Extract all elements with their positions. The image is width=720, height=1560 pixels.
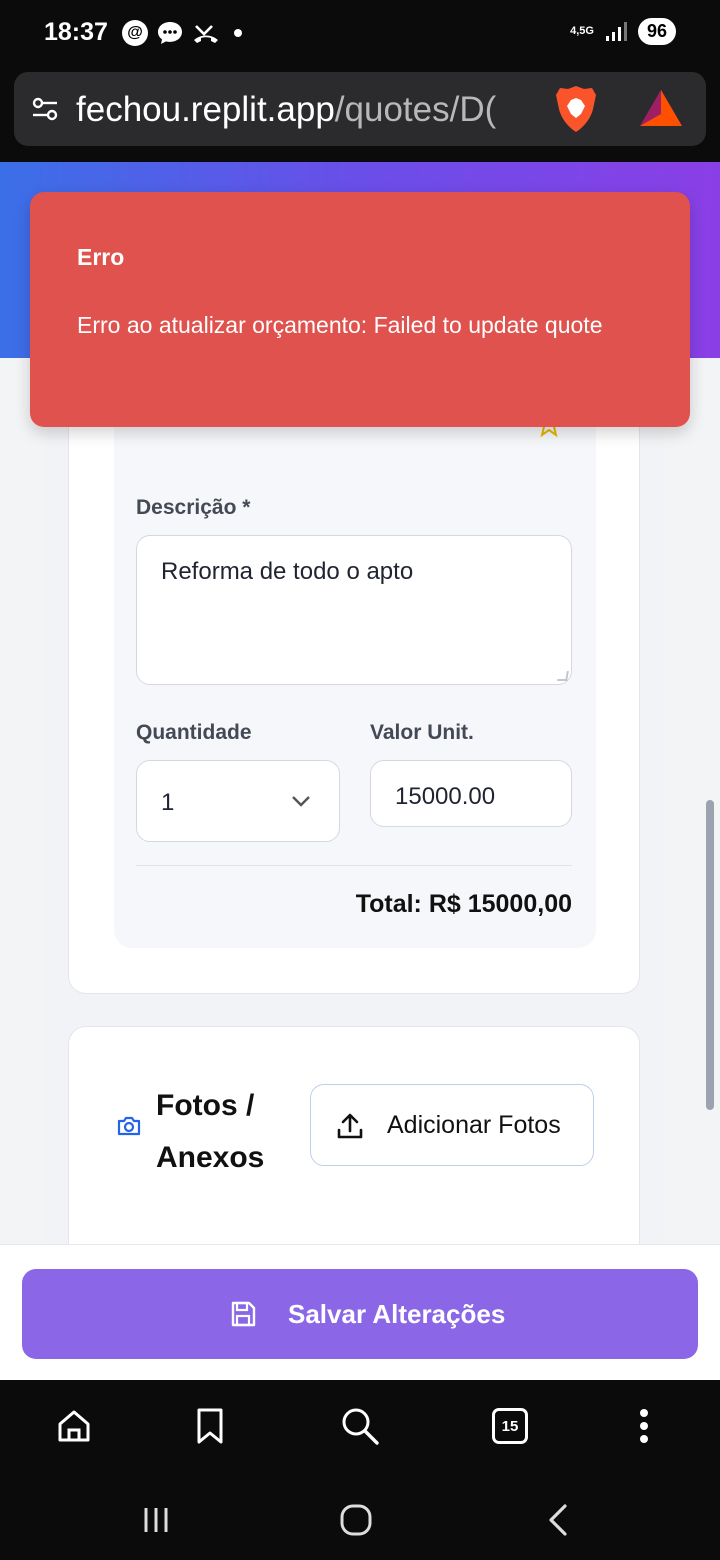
photos-title: Fotos / Anexos	[156, 1089, 265, 1174]
search-button[interactable]	[338, 1404, 382, 1448]
address-bar[interactable]: fechou.replit.app/quotes/D(	[14, 72, 706, 146]
bookmark-icon	[197, 1408, 223, 1444]
back-button[interactable]	[536, 1498, 580, 1542]
description-textarea[interactable]: Reforma de todo o apto	[136, 535, 572, 685]
system-nav-bar	[0, 1472, 720, 1560]
home-nav-button[interactable]	[334, 1498, 378, 1542]
save-button[interactable]: Salvar Alterações	[22, 1269, 698, 1359]
dot-icon	[234, 29, 242, 37]
url-host: fechou.replit.app	[76, 90, 335, 129]
quantity-label: Quantidade	[136, 721, 252, 744]
add-photos-label: Adicionar Fotos	[387, 1111, 561, 1139]
status-bar: 18:37 @ 4,5G 96	[0, 0, 720, 70]
brave-rewards-icon[interactable]	[638, 88, 684, 128]
url-path: /quotes/D(	[334, 90, 497, 129]
resize-handle[interactable]	[557, 671, 569, 681]
missed-call-icon	[194, 25, 218, 43]
home-button[interactable]	[52, 1404, 96, 1448]
battery-indicator: 96	[637, 18, 676, 45]
threads-icon: @	[122, 20, 148, 46]
home-circle-icon	[340, 1504, 372, 1536]
quantity-value: 1	[161, 789, 175, 816]
unit-price-value: 15000.00	[395, 783, 496, 810]
item-total: Total: R$ 15000,00	[355, 890, 572, 918]
recents-icon	[144, 1508, 168, 1532]
search-icon	[342, 1408, 379, 1445]
browser-toolbar: fechou.replit.app/quotes/D(	[0, 70, 720, 162]
upload-icon	[337, 1113, 363, 1139]
tabs-button[interactable]: 15	[488, 1404, 532, 1448]
chat-bubble-icon	[158, 22, 182, 44]
brave-shields-icon[interactable]	[554, 84, 598, 134]
quantity-select[interactable]: 1	[136, 760, 340, 842]
network-type: 4,5G	[570, 25, 594, 37]
divider	[136, 865, 572, 866]
description-label: Descrição *	[136, 496, 251, 519]
signal-icon	[605, 21, 627, 41]
bookmarks-button[interactable]	[188, 1404, 232, 1448]
unit-price-input[interactable]: 15000.00	[370, 760, 572, 827]
chevron-down-icon	[292, 796, 310, 807]
home-icon	[58, 1410, 90, 1442]
toast-message: Erro ao atualizar orçamento: Failed to u…	[77, 312, 603, 338]
status-time: 18:37	[44, 18, 108, 46]
unit-price-label: Valor Unit.	[370, 721, 474, 744]
camera-icon	[117, 1116, 141, 1136]
add-photos-button[interactable]: Adicionar Fotos	[310, 1084, 594, 1166]
description-value: Reforma de todo o apto	[161, 558, 414, 585]
save-label: Salvar Alterações	[288, 1299, 506, 1329]
tabs-count: 15	[492, 1408, 528, 1444]
url-text[interactable]: fechou.replit.app/quotes/D(	[76, 90, 548, 130]
more-vertical-icon	[640, 1409, 648, 1443]
system-icons: 4,5G 96	[570, 18, 676, 45]
error-toast[interactable]: Erro Erro ao atualizar orçamento: Failed…	[30, 192, 690, 427]
site-settings-icon[interactable]	[30, 94, 60, 124]
notification-icons: @	[122, 20, 242, 46]
back-icon	[549, 1504, 567, 1536]
browser-bottom-toolbar: 15	[0, 1380, 720, 1472]
toast-title: Erro	[77, 244, 125, 270]
recents-button[interactable]	[134, 1498, 178, 1542]
menu-button[interactable]	[622, 1404, 666, 1448]
save-icon	[231, 1301, 256, 1327]
scrollbar[interactable]	[706, 800, 714, 1110]
save-bar: Salvar Alterações	[0, 1244, 720, 1380]
